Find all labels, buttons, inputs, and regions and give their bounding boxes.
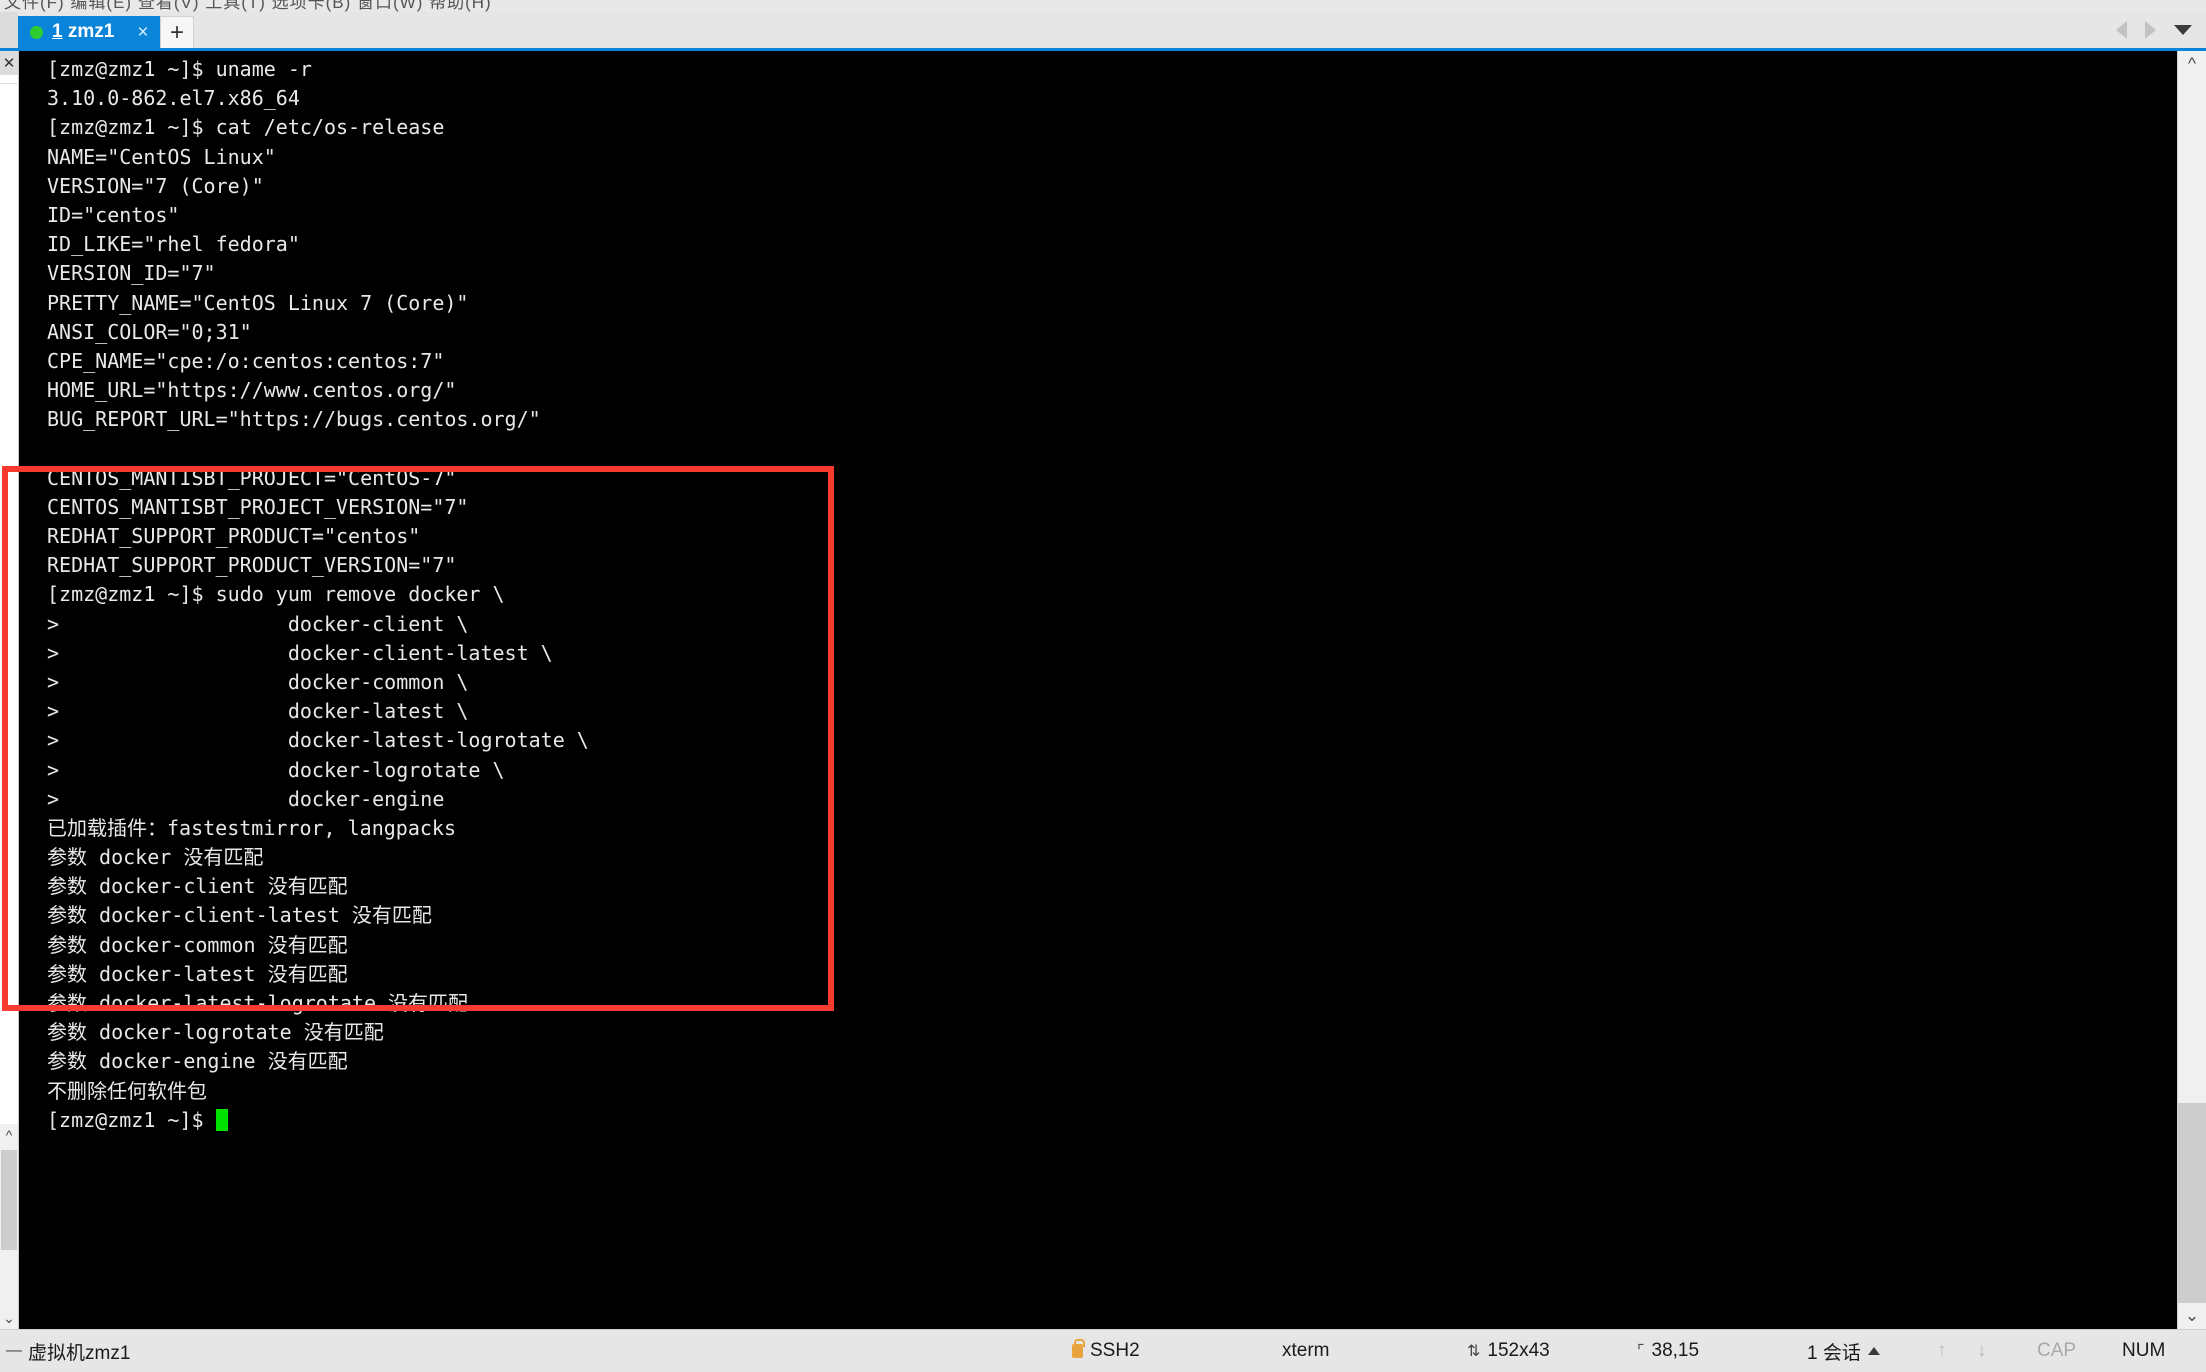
status-sessions[interactable]: 1 会话 xyxy=(1807,1338,1937,1365)
status-session-name: 虚拟机zmz1 xyxy=(28,1342,131,1364)
status-dimensions: ⇅ 152x43 xyxy=(1467,1340,1637,1362)
chevron-up-icon[interactable]: ^ xyxy=(0,1124,18,1146)
scrollbar-thumb[interactable] xyxy=(1,1150,17,1250)
arrow-up-icon: ↑ xyxy=(1937,1340,1947,1361)
terminal-line: 不删除任何软件包 xyxy=(47,1078,207,1103)
terminal-line: BUG_REPORT_URL="https://bugs.centos.org/… xyxy=(47,407,541,432)
triangle-left-icon[interactable] xyxy=(2116,21,2127,39)
terminal-line: ID="centos" xyxy=(47,202,180,227)
tab-status-dot-icon xyxy=(30,25,43,39)
status-terminal-type-label: xterm xyxy=(1282,1340,1330,1361)
terminal-line: > docker-client-latest \ xyxy=(47,640,553,665)
status-terminal-type: xterm xyxy=(1282,1340,1467,1362)
lock-icon xyxy=(1072,1339,1085,1358)
chevron-down-icon[interactable]: ⌄ xyxy=(0,1307,18,1329)
session-icon: — xyxy=(6,1342,22,1359)
tab-number: 1 xyxy=(52,21,63,42)
terminal-line: 参数 docker-latest-logrotate 没有匹配 xyxy=(47,991,469,1015)
chevron-down-icon[interactable] xyxy=(2174,25,2192,35)
caret-up-icon[interactable] xyxy=(1867,1347,1880,1355)
terminal-line: > docker-common \ xyxy=(47,669,469,694)
left-side-panel: ^ ⌄ ✕ xyxy=(0,51,19,1329)
xshell-window: 文件(F) 编辑(E) 查看(V) 工具(T) 选项卡(B) 窗口(W) 帮助(… xyxy=(0,0,2206,1372)
chevron-up-icon[interactable]: ^ xyxy=(2178,51,2206,77)
tab-bar: 1 zmz1 × + xyxy=(0,12,2206,51)
terminal-line: NAME="CentOS Linux" xyxy=(47,144,276,169)
status-sessions-label: 1 会话 xyxy=(1807,1342,1861,1364)
terminal-line: [zmz@zmz1 ~]$ uname -r xyxy=(47,57,312,81)
tab-title: zmz1 xyxy=(67,21,115,42)
terminal-line: > docker-latest-logrotate \ xyxy=(47,728,589,753)
terminal-line: REDHAT_SUPPORT_PRODUCT="centos" xyxy=(47,524,421,548)
triangle-right-icon[interactable] xyxy=(2145,21,2156,39)
terminal-prompt-text: [zmz@zmz1 ~]$ xyxy=(47,1107,216,1132)
tab-bar-controls xyxy=(2116,12,2206,48)
arrow-down-icon: ↓ xyxy=(1977,1340,1987,1361)
tab-close-icon[interactable]: × xyxy=(137,23,148,42)
terminal-line: ANSI_COLOR="0;31" xyxy=(47,319,252,344)
terminal-line: 参数 docker-common 没有匹配 xyxy=(47,932,348,957)
menu-bar[interactable]: 文件(F) 编辑(E) 查看(V) 工具(T) 选项卡(B) 窗口(W) 帮助(… xyxy=(0,0,2206,12)
terminal-line: 参数 docker-latest 没有匹配 xyxy=(47,961,348,986)
terminal-line: 参数 docker-engine 没有匹配 xyxy=(47,1049,348,1074)
terminal-line: HOME_URL="https://www.centos.org/" xyxy=(47,378,457,403)
terminal-output[interactable]: [zmz@zmz1 ~]$ uname -r 3.10.0-862.el7.x86… xyxy=(19,51,2177,1329)
status-dimensions-label: 152x43 xyxy=(1487,1340,1550,1361)
terminal-line: > docker-engine xyxy=(47,786,445,811)
terminal-line: 参数 docker-client-latest 没有匹配 xyxy=(47,903,432,928)
terminal-line: 已加载插件：fastestmirror, langpacks xyxy=(47,815,456,840)
cursor-position-icon: ⌜ xyxy=(1637,1343,1645,1360)
terminal-line: 3.10.0-862.el7.x86_64 xyxy=(47,86,300,111)
menu-bar-items[interactable]: 文件(F) 编辑(E) 查看(V) 工具(T) 选项卡(B) 窗口(W) 帮助(… xyxy=(4,0,492,12)
status-cursor-position: ⌜ 38,15 xyxy=(1637,1340,1807,1362)
status-cap: CAP xyxy=(2037,1340,2077,1361)
tab-zmz1[interactable]: 1 zmz1 × xyxy=(18,16,160,48)
scrollbar-thumb[interactable] xyxy=(2178,1103,2206,1303)
left-panel-scrollbar[interactable]: ^ ⌄ xyxy=(0,1124,18,1329)
terminal-line: [zmz@zmz1 ~]$ sudo yum remove docker \ xyxy=(47,582,505,607)
terminal-line: CENTOS_MANTISBT_PROJECT="CentOS-7" xyxy=(47,465,457,490)
tab-bar-spacer xyxy=(194,12,2116,48)
terminal-line: [zmz@zmz1 ~]$ cat /etc/os-release xyxy=(47,115,445,140)
terminal-line: 参数 docker-client 没有匹配 xyxy=(47,874,348,899)
resize-icon: ⇅ xyxy=(1467,1343,1481,1360)
status-indicators: SSH2 xterm ⇅ 152x43 ⌜ 38,15 1 会话 ↑ ↓ CAP… xyxy=(1072,1338,2192,1365)
terminal-line: > docker-latest \ xyxy=(47,699,469,724)
status-download: ↓ xyxy=(1977,1340,2037,1362)
terminal-line: REDHAT_SUPPORT_PRODUCT_VERSION="7" xyxy=(47,553,457,578)
scrollbar-track-upper[interactable] xyxy=(2178,77,2206,1103)
terminal-line: VERSION="7 (Core)" xyxy=(47,173,264,198)
status-upload: ↑ xyxy=(1937,1340,1977,1362)
status-num: NUM xyxy=(2122,1340,2166,1361)
status-cursor-position-label: 38,15 xyxy=(1651,1340,1700,1361)
terminal-line: CPE_NAME="cpe:/o:centos:centos:7" xyxy=(47,348,445,373)
tab-bar-left-pad xyxy=(0,12,18,48)
terminal-line: PRETTY_NAME="CentOS Linux 7 (Core)" xyxy=(47,290,469,315)
terminal-line: 参数 docker 没有匹配 xyxy=(47,845,264,870)
terminal-line: VERSION_ID="7" xyxy=(47,261,216,286)
scrollbar-track[interactable] xyxy=(0,1250,18,1307)
tab-label: 1 zmz1 xyxy=(52,21,114,43)
status-protocol-label: SSH2 xyxy=(1090,1340,1140,1361)
terminal-cursor xyxy=(215,1108,228,1131)
terminal-prompt-line[interactable]: [zmz@zmz1 ~]$ xyxy=(47,1106,2177,1135)
terminal-line: > docker-logrotate \ xyxy=(47,757,505,782)
terminal-line: CENTOS_MANTISBT_PROJECT_VERSION="7" xyxy=(47,494,469,519)
chevron-down-icon[interactable]: ⌄ xyxy=(2178,1303,2206,1329)
terminal-line: 参数 docker-logrotate 没有匹配 xyxy=(47,1020,384,1045)
status-bar: — 虚拟机zmz1 SSH2 xterm ⇅ 152x43 ⌜ 38,15 1 … xyxy=(0,1329,2206,1372)
terminal-line: ID_LIKE="rhel fedora" xyxy=(47,232,300,257)
main-area: ^ ⌄ ✕ [zmz@zmz1 ~]$ uname -r 3.10.0-862.e… xyxy=(0,51,2206,1329)
terminal-line: > docker-client \ xyxy=(47,611,469,636)
status-protocol: SSH2 xyxy=(1072,1339,1282,1362)
new-tab-button[interactable]: + xyxy=(160,16,194,48)
terminal-scrollbar[interactable]: ^ ⌄ xyxy=(2177,51,2206,1329)
status-session: — 虚拟机zmz1 xyxy=(6,1338,130,1365)
close-icon[interactable]: ✕ xyxy=(0,51,18,75)
